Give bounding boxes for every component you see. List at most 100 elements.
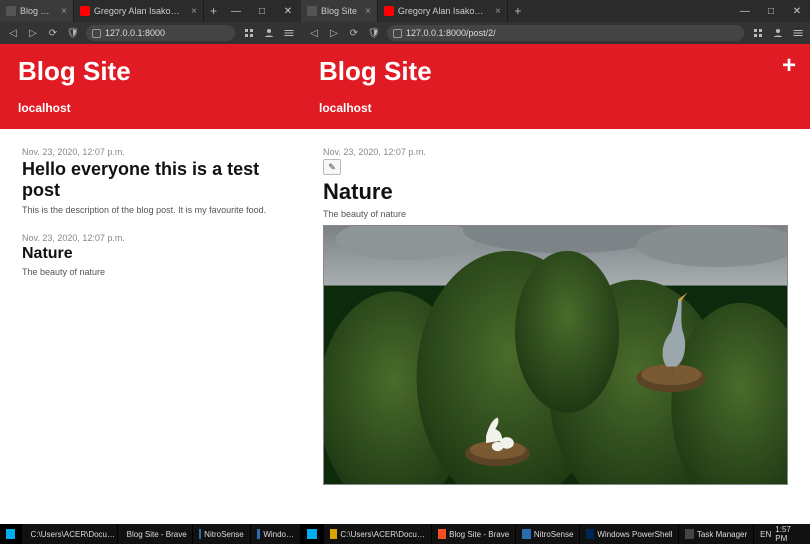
site-header: Blog Site localhost <box>0 44 301 129</box>
new-tab-button[interactable]: + <box>508 0 528 22</box>
menu-icon[interactable] <box>790 27 804 39</box>
app-icon <box>522 529 531 539</box>
tab-close-icon[interactable]: × <box>365 6 371 17</box>
maximize-button[interactable]: □ <box>249 0 275 22</box>
taskbar-item[interactable]: Blog Site - Brave <box>432 524 516 544</box>
tab-label: Blog Site <box>321 6 357 16</box>
windows-icon <box>307 529 317 539</box>
taskbar: C:\Users\ACER\Docu… Blog Site - Brave Ni… <box>0 524 301 544</box>
browser-window-right: Blog Site × Gregory Alan Isakov - Words … <box>301 0 810 544</box>
tray-lang[interactable]: EN <box>760 530 771 539</box>
tab-close-icon[interactable]: × <box>495 6 501 17</box>
post-image <box>323 225 788 485</box>
taskbar-item[interactable]: NitroSense <box>516 524 580 544</box>
site-header: Blog Site localhost + <box>301 44 810 129</box>
tab-close-icon[interactable]: × <box>191 6 197 17</box>
start-button[interactable] <box>0 524 22 544</box>
post-date: Nov. 23, 2020, 12:07 p.m. <box>22 233 279 243</box>
url-bar: ◁ ▷ ⟳ 🛡 127.0.0.1:8000/post/2/ <box>301 22 810 44</box>
taskbar-item[interactable]: NitroSense <box>193 524 251 544</box>
task-manager-icon <box>685 529 693 539</box>
address-input[interactable]: 127.0.0.1:8000/post/2/ <box>387 25 744 41</box>
post-date: Nov. 23, 2020, 12:07 p.m. <box>22 147 279 157</box>
tab-youtube[interactable]: Gregory Alan Isakov - Words × <box>378 0 508 22</box>
taskbar-item[interactable]: Task Manager <box>679 524 754 544</box>
app-icon <box>199 529 201 539</box>
taskbar-label: C:\Users\ACER\Docu… <box>31 530 115 539</box>
add-post-button[interactable]: + <box>782 52 796 80</box>
taskbar-label: NitroSense <box>534 530 574 539</box>
taskbar-label: C:\Users\ACER\Docu… <box>340 530 424 539</box>
lock-icon <box>393 29 402 38</box>
taskbar-label: NitroSense <box>204 530 244 539</box>
favicon-icon <box>6 6 16 16</box>
taskbar-label: Blog Site - Brave <box>127 530 187 539</box>
tray-time[interactable]: 1:57 PM <box>775 525 804 543</box>
tab-blog-site[interactable]: Blog Site × <box>0 0 74 22</box>
close-button[interactable]: ✕ <box>275 0 301 22</box>
profile-icon[interactable] <box>770 27 784 39</box>
address-text: 127.0.0.1:8000/post/2/ <box>406 28 496 38</box>
powershell-icon <box>586 529 594 539</box>
menu-icon[interactable] <box>281 27 295 39</box>
post-title-link[interactable]: Hello everyone this is a test post <box>22 159 279 201</box>
address-input[interactable]: 127.0.0.1:8000 <box>86 25 235 41</box>
post-title-link[interactable]: Nature <box>22 245 279 263</box>
system-tray[interactable]: EN 1:57 PM <box>754 525 810 543</box>
taskbar-item[interactable]: Blog Site - Brave <box>118 524 193 544</box>
shield-icon[interactable]: 🛡 <box>367 28 381 39</box>
tab-youtube[interactable]: Gregory Alan Isakov - Words × <box>74 0 204 22</box>
taskbar: C:\Users\ACER\Docu… Blog Site - Brave Ni… <box>301 524 810 544</box>
new-tab-button[interactable]: + <box>204 0 223 22</box>
post-description: The beauty of nature <box>323 209 788 219</box>
taskbar-item[interactable]: C:\Users\ACER\Docu… <box>22 524 118 544</box>
list-item: Nov. 23, 2020, 12:07 p.m. Hello everyone… <box>22 147 279 215</box>
list-item: Nov. 23, 2020, 12:07 p.m. Nature The bea… <box>22 233 279 277</box>
nav-forward-button[interactable]: ▷ <box>26 28 40 39</box>
post-description: The beauty of nature <box>22 267 279 277</box>
favicon-icon <box>307 6 317 16</box>
minimize-button[interactable]: — <box>732 0 758 22</box>
tab-label: Gregory Alan Isakov - Words <box>398 6 487 16</box>
folder-icon <box>330 529 338 539</box>
url-bar: ◁ ▷ ⟳ 🛡 127.0.0.1:8000 <box>0 22 301 44</box>
site-subtitle: localhost <box>319 101 792 115</box>
taskbar-item[interactable]: Windows PowerShell <box>580 524 679 544</box>
post-detail: Nov. 23, 2020, 12:07 p.m. ✎ Nature The b… <box>301 129 810 495</box>
extension-icon[interactable] <box>750 27 764 39</box>
taskbar-label: Windows PowerShell <box>597 530 672 539</box>
tab-close-icon[interactable]: × <box>61 6 67 17</box>
tab-blog-site[interactable]: Blog Site × <box>301 0 378 22</box>
post-list: Nov. 23, 2020, 12:07 p.m. Hello everyone… <box>0 129 301 305</box>
titlebar: Blog Site × Gregory Alan Isakov - Words … <box>301 0 810 22</box>
site-subtitle: localhost <box>18 101 283 115</box>
post-description: This is the description of the blog post… <box>22 205 279 215</box>
post-title: Nature <box>323 179 788 205</box>
maximize-button[interactable]: □ <box>758 0 784 22</box>
minimize-button[interactable]: — <box>223 0 249 22</box>
taskbar-item[interactable]: C:\Users\ACER\Docu… <box>324 524 432 544</box>
nav-forward-button[interactable]: ▷ <box>327 28 341 39</box>
nav-back-button[interactable]: ◁ <box>6 28 20 39</box>
close-button[interactable]: ✕ <box>784 0 810 22</box>
edit-button[interactable]: ✎ <box>323 159 341 175</box>
browser-window-left: Blog Site × Gregory Alan Isakov - Words … <box>0 0 301 544</box>
post-date: Nov. 23, 2020, 12:07 p.m. <box>323 147 788 157</box>
window-controls: — □ ✕ <box>732 0 810 22</box>
address-text: 127.0.0.1:8000 <box>105 28 165 38</box>
shield-icon[interactable]: 🛡 <box>66 28 80 39</box>
nav-back-button[interactable]: ◁ <box>307 28 321 39</box>
profile-icon[interactable] <box>261 27 275 39</box>
reload-button[interactable]: ⟳ <box>347 28 361 39</box>
site-title[interactable]: Blog Site <box>319 56 792 87</box>
taskbar-item[interactable]: Windo… <box>251 524 301 544</box>
start-button[interactable] <box>301 524 324 544</box>
taskbar-label: Windo… <box>263 530 294 539</box>
window-controls: — □ ✕ <box>223 0 301 22</box>
site-title[interactable]: Blog Site <box>18 56 283 87</box>
extension-icon[interactable] <box>241 27 255 39</box>
reload-button[interactable]: ⟳ <box>46 28 60 39</box>
pencil-icon: ✎ <box>328 162 336 173</box>
page-content: Blog Site localhost Nov. 23, 2020, 12:07… <box>0 44 301 544</box>
youtube-icon <box>384 6 394 16</box>
